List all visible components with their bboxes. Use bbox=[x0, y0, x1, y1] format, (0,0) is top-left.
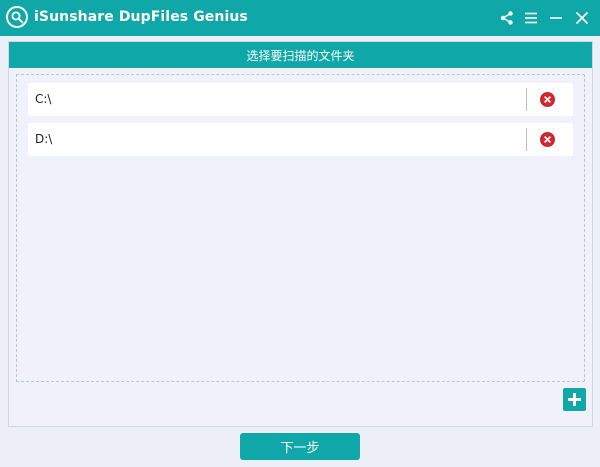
folder-path: C:\ bbox=[35, 92, 52, 106]
main-panel: 选择要扫描的文件夹 C:\ D:\ bbox=[8, 41, 593, 427]
folder-path: D:\ bbox=[35, 132, 53, 146]
folder-row-d[interactable]: D:\ bbox=[28, 123, 573, 156]
remove-circle-icon[interactable] bbox=[540, 92, 555, 107]
minimize-icon bbox=[550, 17, 562, 19]
magnifier-logo-icon bbox=[6, 6, 28, 28]
section-header: 选择要扫描的文件夹 bbox=[9, 42, 592, 68]
title-bar[interactable]: iSunshare DupFiles Genius bbox=[0, 0, 600, 36]
add-folder-button[interactable] bbox=[563, 388, 586, 411]
close-icon bbox=[575, 11, 589, 25]
app-window: iSunshare DupFiles Genius 选择要扫描的文件夹 C:\ … bbox=[0, 0, 600, 467]
row-divider bbox=[526, 128, 527, 151]
close-button[interactable] bbox=[572, 8, 592, 28]
plus-icon bbox=[568, 393, 581, 406]
share-icon bbox=[500, 11, 513, 25]
row-divider bbox=[526, 88, 527, 111]
next-button[interactable]: 下一步 bbox=[240, 433, 360, 460]
menu-button[interactable] bbox=[521, 8, 541, 28]
remove-circle-icon[interactable] bbox=[540, 132, 555, 147]
share-button[interactable] bbox=[497, 8, 517, 28]
app-title: iSunshare DupFiles Genius bbox=[34, 9, 248, 25]
folder-row-c[interactable]: C:\ bbox=[28, 83, 573, 116]
folder-list: C:\ D:\ bbox=[16, 74, 585, 382]
menu-icon bbox=[525, 12, 537, 24]
minimize-button[interactable] bbox=[546, 8, 566, 28]
